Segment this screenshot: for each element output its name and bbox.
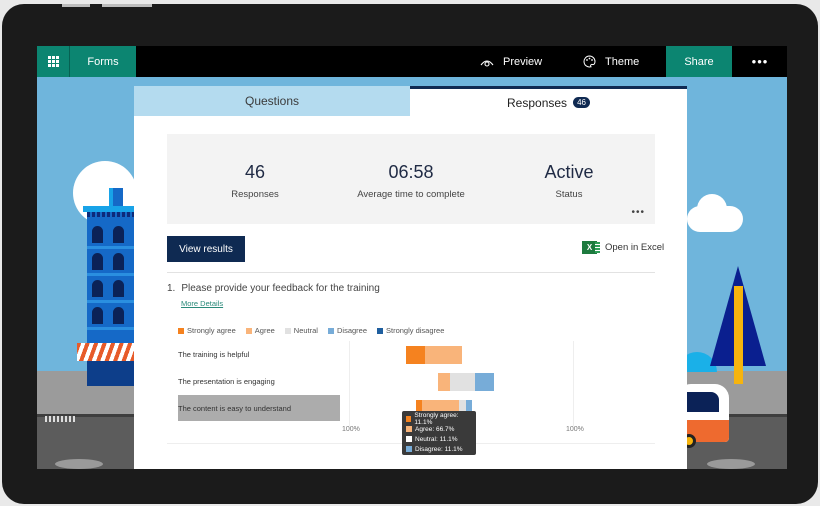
responses-count-badge: 46 — [573, 97, 590, 108]
x-tick-label: 100% — [566, 426, 584, 433]
tooltip-label: Strongly agree: 11.1% — [414, 412, 459, 426]
stat-value: Active — [544, 162, 594, 182]
legend-swatch — [245, 327, 252, 334]
tab-responses-label: Responses — [507, 95, 568, 110]
bar-segment-agree[interactable] — [437, 373, 450, 391]
tablet-button — [62, 4, 90, 7]
summary-more-button[interactable]: ••• — [631, 207, 645, 218]
question-number: 1. — [167, 283, 176, 294]
view-results-button[interactable]: View results — [167, 236, 245, 262]
tab-responses[interactable]: Responses 46 — [410, 86, 687, 116]
legend-swatch — [178, 327, 184, 334]
manhole-illustration — [55, 459, 103, 469]
legend-item-neutral[interactable]: Neutral — [284, 326, 318, 335]
legend-label: Disagree — [336, 326, 367, 335]
more-options-button[interactable]: ••• — [745, 46, 775, 77]
x-tick-label: 100% — [342, 426, 360, 433]
legend-swatch — [377, 327, 383, 334]
manhole-illustration — [707, 459, 755, 469]
stat-status: Active Status — [489, 162, 649, 200]
legend-swatch — [327, 327, 334, 334]
top-bar: Forms Preview Theme Share ••• — [37, 46, 787, 77]
tablet-button — [102, 4, 152, 7]
chart-category-label: The content is easy to understand — [178, 395, 340, 421]
tree-trunk-illustration — [734, 286, 743, 384]
screen: Forms Preview Theme Share ••• Questions … — [37, 46, 787, 469]
open-in-excel-link[interactable]: X Open in Excel — [582, 241, 664, 254]
stat-value: 46 — [244, 162, 266, 182]
tooltip-swatch — [406, 416, 412, 422]
tab-questions-label: Questions — [244, 94, 300, 108]
tooltip-swatch — [406, 446, 412, 452]
open-in-excel-label: Open in Excel — [605, 242, 665, 253]
legend-label: Strongly disagree — [386, 326, 445, 335]
bar-segment-agree[interactable] — [424, 346, 463, 364]
tooltip-row: Neutral: 11.1% — [406, 434, 472, 444]
tablet-frame: Forms Preview Theme Share ••• Questions … — [2, 4, 818, 504]
tooltip-row: Strongly agree: 11.1% — [406, 412, 472, 426]
waffle-icon — [47, 56, 59, 67]
shopfront-illustration — [87, 361, 135, 386]
legend-swatch — [284, 327, 291, 334]
stat-label: Status — [555, 189, 583, 200]
stat-average-time: 06:58 Average time to complete — [331, 162, 491, 200]
question-title: 1. Please provide your feedback for the t… — [167, 283, 380, 294]
tooltip-swatch — [406, 436, 412, 442]
chart-category-label: The training is helpful — [178, 349, 250, 359]
share-button[interactable]: Share — [666, 46, 732, 77]
tab-questions[interactable]: Questions — [134, 86, 410, 116]
cloud-illustration — [697, 194, 727, 224]
tooltip-swatch — [406, 426, 412, 432]
bar-segment-neutral[interactable] — [450, 373, 475, 391]
legend-label: Strongly agree — [187, 326, 236, 335]
bar-segment-disagree[interactable] — [474, 373, 494, 391]
preview-label: Preview — [503, 55, 543, 68]
awning-illustration — [77, 343, 137, 361]
chart-tooltip: Strongly agree: 11.1% Agree: 66.7% Neutral… — [402, 411, 476, 455]
tooltip-label: Disagree: 11.1% — [415, 445, 463, 453]
preview-button[interactable]: Preview — [480, 46, 542, 77]
question-text: Please provide your feedback for the tra… — [181, 283, 380, 294]
tooltip-row: Disagree: 11.1% — [406, 444, 472, 454]
drain-illustration — [45, 416, 75, 422]
stat-label: Average time to complete — [357, 189, 465, 200]
app-launcher-button[interactable] — [37, 46, 70, 77]
eye-icon — [480, 59, 494, 67]
chart-category-label: The presentation is engaging — [178, 376, 275, 386]
legend-label: Agree — [254, 326, 275, 335]
stat-responses: 46 Responses — [175, 162, 335, 200]
theme-label: Theme — [605, 55, 640, 68]
stat-value: 06:58 — [388, 162, 434, 182]
tooltip-label: Agree: 66.7% — [415, 425, 455, 433]
chart-legend: Strongly agree Agree Neutral Disagree Strong… — [178, 326, 444, 335]
bar-segment-strongly-agree[interactable] — [406, 346, 425, 364]
theme-button[interactable]: Theme — [583, 46, 639, 77]
palette-icon — [583, 55, 596, 68]
stat-label: Responses — [231, 189, 279, 200]
legend-item-strongly-disagree[interactable]: Strongly disagree — [377, 326, 444, 335]
legend-item-strongly-agree[interactable]: Strongly agree — [178, 326, 236, 335]
response-summary: 46 Responses 06:58 Average time to compl… — [167, 134, 655, 224]
app-name[interactable]: Forms — [70, 46, 136, 77]
legend-label: Neutral — [293, 326, 318, 335]
form-card: Questions Responses 46 46 Responses 06:5… — [134, 86, 687, 469]
divider — [167, 272, 655, 273]
legend-item-disagree[interactable]: Disagree — [327, 326, 367, 335]
excel-icon: X — [582, 241, 600, 254]
tooltip-label: Neutral: 11.1% — [415, 435, 458, 443]
legend-item-agree[interactable]: Agree — [245, 326, 275, 335]
more-details-link[interactable]: More Details — [181, 299, 223, 308]
